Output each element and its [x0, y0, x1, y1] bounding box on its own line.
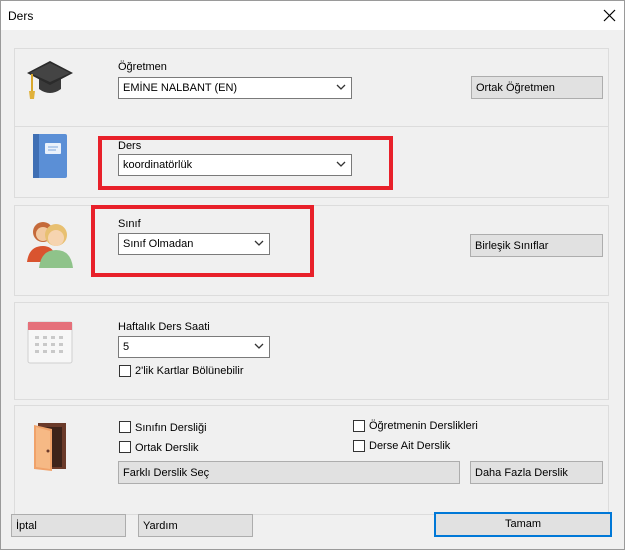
help-button[interactable]: Yardım	[138, 514, 253, 537]
hours-select-value: 5	[123, 341, 130, 353]
double-cards-label: 2'lik Kartlar Bölünebilir	[135, 365, 244, 377]
subject-room-checkbox[interactable]	[353, 440, 365, 452]
dialog-body: Öğretmen EMİNE NALBANT (EN) Ortak Öğretm…	[0, 30, 625, 550]
graduation-cap-icon	[27, 61, 73, 99]
people-icon	[27, 222, 73, 268]
door-icon	[34, 423, 66, 471]
class-highlight-box	[91, 205, 314, 277]
shared-room-label: Ortak Derslik	[135, 442, 199, 454]
calendar-icon	[27, 321, 73, 364]
close-button[interactable]	[594, 1, 624, 31]
hours-panel: Haftalık Ders Saati 5 2'lik Kartlar Bölü…	[14, 302, 609, 400]
teacher-select[interactable]: EMİNE NALBANT (EN)	[118, 77, 352, 99]
ok-button-label: Tamam	[504, 518, 542, 530]
chevron-down-icon	[336, 84, 346, 90]
more-rooms-button[interactable]: Daha Fazla Derslik	[470, 461, 603, 484]
teacher-label: Öğretmen	[118, 61, 167, 73]
notebook-icon	[33, 134, 67, 178]
teacher-panel: Öğretmen EMİNE NALBANT (EN) Ortak Öğretm…	[14, 48, 609, 128]
window-title: Ders	[8, 9, 34, 23]
hours-label: Haftalık Ders Saati	[118, 321, 210, 333]
chevron-down-icon	[254, 343, 264, 349]
joined-classes-button[interactable]: Birleşik Sınıflar	[470, 234, 603, 257]
class-room-label: Sınıfın Dersliği	[135, 422, 207, 434]
hours-select[interactable]: 5	[118, 336, 270, 358]
teacher-select-value: EMİNE NALBANT (EN)	[123, 82, 238, 94]
choose-other-room-button[interactable]: Farklı Derslik Seç	[118, 461, 460, 484]
choose-other-room-button-label: Farklı Derslik Seç	[123, 467, 210, 479]
help-button-label: Yardım	[143, 520, 178, 532]
cancel-button[interactable]: İptal	[11, 514, 126, 537]
rooms-panel: Sınıfın Dersliği Ortak Derslik Öğretmeni…	[14, 405, 609, 515]
teacher-rooms-checkbox[interactable]	[353, 420, 365, 432]
co-teacher-button[interactable]: Ortak Öğretmen	[471, 76, 603, 99]
title-bar: Ders	[0, 0, 625, 30]
close-icon	[603, 9, 616, 22]
ok-button[interactable]: Tamam	[434, 512, 612, 537]
class-room-checkbox[interactable]	[119, 421, 131, 433]
subject-highlight-box	[98, 136, 393, 190]
cancel-button-label: İptal	[16, 520, 37, 532]
more-rooms-button-label: Daha Fazla Derslik	[475, 467, 568, 479]
joined-classes-button-label: Birleşik Sınıflar	[475, 240, 549, 252]
double-cards-checkbox[interactable]	[119, 365, 131, 377]
co-teacher-button-label: Ortak Öğretmen	[476, 82, 555, 94]
shared-room-checkbox[interactable]	[119, 441, 131, 453]
subject-room-label: Derse Ait Derslik	[369, 440, 451, 452]
teacher-rooms-label: Öğretmenin Derslikleri	[369, 420, 478, 432]
